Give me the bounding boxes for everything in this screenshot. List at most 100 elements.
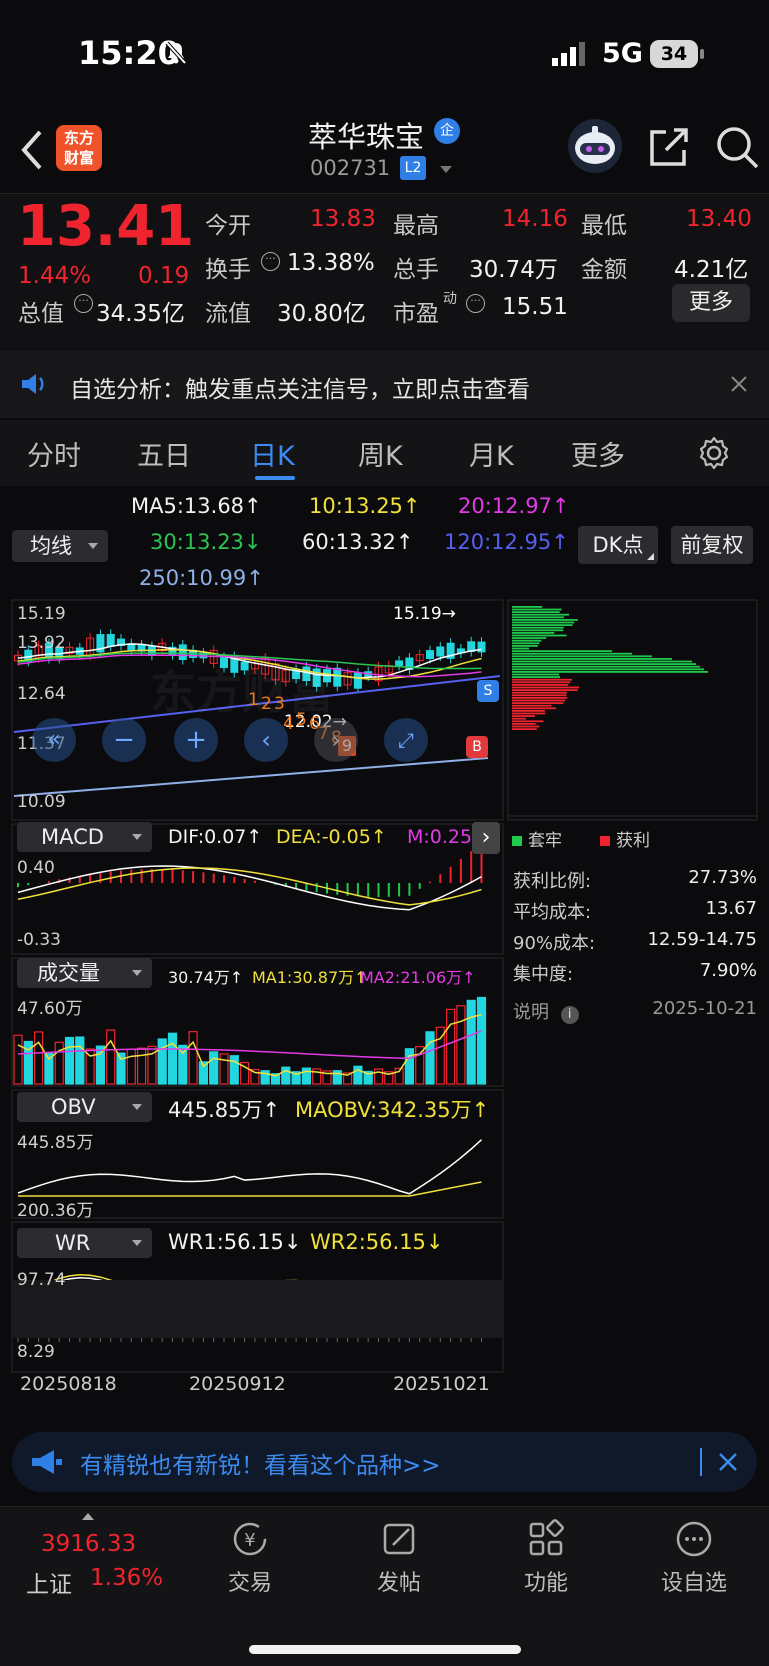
settings-gear-icon[interactable] bbox=[697, 436, 731, 474]
status-bar: 15:20 5G 34 bbox=[0, 0, 769, 110]
wr-selector-label: WR bbox=[55, 1231, 91, 1255]
high-value: 14.16 bbox=[502, 206, 568, 232]
quote-panel: 13.41 1.44% 0.19 今开 13.83 最高 14.16 最低 13… bbox=[0, 193, 769, 349]
battery-icon: 34 bbox=[650, 40, 698, 68]
tab-trade-label: 交易 bbox=[227, 1571, 272, 1596]
svg-text:¥: ¥ bbox=[244, 1530, 255, 1551]
level2-badge: L2 bbox=[400, 156, 426, 180]
wr-dropdown[interactable]: WR bbox=[17, 1228, 152, 1258]
chip-bar bbox=[512, 723, 536, 725]
volume-selector-label: 成交量 bbox=[37, 961, 100, 985]
chip-bar bbox=[512, 702, 564, 704]
volume-bar bbox=[476, 996, 487, 1085]
volume-value: 30.74万↑ bbox=[168, 968, 244, 987]
candle-body bbox=[436, 646, 445, 657]
grid-icon bbox=[529, 1519, 564, 1556]
tab-trade[interactable]: ¥ 交易 bbox=[200, 1519, 300, 1597]
obv-selector-label: OBV bbox=[51, 1095, 96, 1119]
speaker-icon bbox=[20, 372, 48, 400]
volume-bar bbox=[95, 1045, 106, 1085]
chip-bar bbox=[512, 660, 692, 663]
info-icon[interactable]: ··· bbox=[261, 252, 280, 271]
index-quote[interactable]: 3916.33 上证 1.36% bbox=[0, 1507, 163, 1617]
chip-bar bbox=[512, 707, 557, 710]
pe-value: 15.51 bbox=[502, 294, 568, 320]
chip-bar bbox=[512, 665, 700, 668]
volume-bar bbox=[219, 1053, 229, 1085]
candle-body bbox=[353, 672, 362, 689]
chip-row-label: 获利比例: bbox=[513, 871, 592, 892]
chip-bar bbox=[512, 699, 566, 702]
dea-line bbox=[17, 867, 482, 906]
more-button[interactable]: 更多 bbox=[672, 284, 750, 322]
obv-dropdown[interactable]: OBV bbox=[17, 1092, 152, 1122]
close-icon[interactable] bbox=[718, 1452, 738, 1476]
zoom-in-icon[interactable]: + bbox=[174, 718, 218, 762]
volume-bar bbox=[466, 999, 476, 1085]
sell-badge[interactable]: S bbox=[477, 680, 499, 702]
ma250-value: 250:10.99↑ bbox=[139, 566, 264, 590]
tab-weekly-k[interactable]: 周K bbox=[358, 434, 403, 473]
scroll-left-icon[interactable]: ‹ bbox=[244, 718, 288, 762]
stock-title[interactable]: 萃华珠宝 企 002731 L2 bbox=[300, 114, 500, 190]
volume-bar bbox=[13, 1034, 23, 1085]
volume-bar bbox=[301, 1067, 311, 1085]
tab-functions[interactable]: 功能 bbox=[496, 1519, 596, 1597]
chip-bar bbox=[512, 624, 573, 626]
robot-assistant-icon[interactable] bbox=[567, 118, 623, 178]
chip-bar bbox=[512, 720, 544, 723]
volume-label: 总手 bbox=[393, 257, 439, 283]
ma-type-dropdown[interactable]: 均线 bbox=[12, 530, 108, 562]
app-logo[interactable]: 东方 财富 bbox=[56, 125, 102, 171]
tab-add-watchlist[interactable]: 设自选 bbox=[644, 1519, 744, 1597]
scroll-right-icon[interactable]: › bbox=[314, 718, 358, 762]
back-arrow-icon[interactable] bbox=[18, 128, 46, 176]
dk-point-label: DK点 bbox=[592, 533, 644, 557]
tab-monthly-k[interactable]: 月K bbox=[469, 434, 514, 473]
x-axis-date: 20250912 bbox=[189, 1373, 286, 1395]
promo-divider bbox=[700, 1448, 702, 1476]
chevron-right-icon[interactable]: › bbox=[472, 822, 500, 854]
ma120-value: 120:12.95↑ bbox=[444, 530, 569, 554]
chip-bar bbox=[512, 704, 552, 707]
chip-note-label: 说明 bbox=[513, 1002, 549, 1023]
chip-bar bbox=[512, 619, 578, 621]
promo-banner[interactable]: 有精锐也有新锐！看看这个品种>> bbox=[12, 1432, 757, 1492]
chip-bar bbox=[512, 645, 538, 647]
tab-daily-k[interactable]: 日K bbox=[250, 434, 295, 473]
scroll-left-fast-icon[interactable]: « bbox=[32, 718, 76, 762]
volume-bar bbox=[64, 1036, 75, 1085]
info-icon: i bbox=[560, 1006, 579, 1024]
macd-dropdown[interactable]: MACD bbox=[17, 822, 152, 852]
active-tab-indicator bbox=[255, 476, 295, 480]
info-icon[interactable]: ··· bbox=[74, 294, 93, 313]
share-icon[interactable] bbox=[648, 126, 690, 172]
index-value: 3916.33 bbox=[41, 1531, 137, 1557]
close-icon[interactable] bbox=[730, 375, 748, 397]
zoom-out-icon[interactable]: − bbox=[102, 718, 146, 762]
tab-post[interactable]: 发帖 bbox=[349, 1519, 449, 1597]
chip-bar bbox=[512, 611, 560, 613]
chip-bar bbox=[512, 717, 527, 720]
chip-note[interactable]: 说明 i bbox=[513, 998, 579, 1024]
chip-legend-profit-label: 获利 bbox=[616, 831, 650, 851]
turnover-label: 换手 bbox=[205, 257, 251, 283]
expand-icon[interactable]: ⤢ bbox=[384, 718, 428, 762]
adjust-button[interactable]: 前复权 bbox=[671, 526, 753, 564]
volume-dropdown[interactable]: 成交量 bbox=[17, 958, 152, 988]
logo-text-2: 财富 bbox=[63, 149, 94, 167]
analysis-notice[interactable]: 自选分析：触发重点关注信号，立即点击查看 bbox=[0, 350, 769, 418]
dk-point-button[interactable]: DK点 bbox=[578, 526, 658, 564]
chip-bar bbox=[512, 715, 535, 717]
chip-bar bbox=[512, 616, 564, 619]
search-icon[interactable] bbox=[714, 124, 760, 174]
chip-bar bbox=[512, 710, 545, 712]
info-icon[interactable]: ··· bbox=[466, 294, 485, 313]
tab-more[interactable]: 更多 bbox=[571, 434, 625, 473]
buy-badge[interactable]: B bbox=[466, 736, 488, 758]
tab-intraday[interactable]: 分时 bbox=[27, 434, 81, 473]
volume-ma2: MA2:21.06万↑ bbox=[360, 968, 476, 987]
volume-bar bbox=[33, 1031, 44, 1085]
tab-five-day[interactable]: 五日 bbox=[137, 434, 191, 473]
maobv-line bbox=[18, 1181, 482, 1197]
